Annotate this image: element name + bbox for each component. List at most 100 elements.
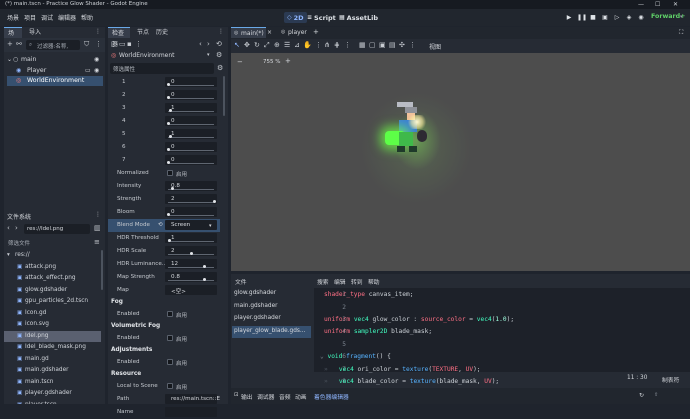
back-arrow-icon[interactable]: ‹ (7, 225, 10, 232)
glow-level-property[interactable]: 70 (108, 154, 220, 167)
file-item[interactable]: ▣ player.gdshader (4, 388, 101, 399)
scrollbar[interactable] (101, 250, 103, 290)
menu-edit[interactable]: 编辑 (334, 277, 346, 286)
filter-icon[interactable]: ⛉ (84, 41, 89, 48)
slider-knob[interactable] (189, 252, 193, 255)
link-icon[interactable]: ⚯ (16, 41, 22, 48)
hdr-property[interactable]: HDR Threshold 1 (108, 232, 220, 245)
slider-track[interactable] (168, 84, 214, 86)
pivot-mode-icon[interactable]: ⊕ (274, 42, 280, 49)
property-value[interactable]: 0 (165, 77, 217, 87)
slider-knob[interactable] (212, 200, 216, 203)
slider-knob[interactable] (166, 161, 170, 164)
file-item[interactable]: ▣player.tscn (4, 400, 101, 405)
add-tab-icon[interactable]: + (313, 28, 319, 36)
zoom-out-icon[interactable]: − (237, 58, 243, 66)
glow-level-property[interactable]: 20 (108, 89, 220, 102)
file-item[interactable]: ▣ gpu_particles_2d.tscn (4, 296, 101, 307)
move-mode-icon[interactable]: ✥ (244, 42, 250, 49)
slider-track[interactable] (168, 162, 214, 164)
bottom-panel-icon[interactable]: ⊡ (234, 392, 239, 398)
slider-track[interactable] (168, 240, 214, 242)
tab-debugger[interactable]: 调试器 (257, 392, 274, 401)
menu-scene[interactable]: 场景 (7, 13, 19, 22)
player-sprite[interactable] (381, 98, 453, 193)
slider-knob[interactable] (166, 83, 170, 86)
section-volumetric-fog[interactable]: Volumetric Fog (111, 323, 160, 329)
section-fog[interactable]: Fog (111, 299, 123, 305)
options-icon[interactable]: ⋮ (95, 41, 102, 48)
tab-node[interactable]: 节点 (133, 27, 153, 38)
more-icon[interactable]: ⋮ (315, 42, 322, 49)
slider-track[interactable] (168, 123, 214, 125)
play-scene-icon[interactable]: ▷ (613, 14, 621, 22)
close-window-button[interactable]: ✕ (673, 0, 678, 9)
script-file-item[interactable]: player.gdshader (232, 313, 311, 325)
menu-project[interactable]: 项目 (24, 13, 36, 22)
rotate-mode-icon[interactable]: ↻ (254, 42, 260, 49)
property-value[interactable]: 1 (165, 103, 217, 113)
select-mode-icon[interactable]: ↖ (234, 42, 240, 49)
forward-arrow-icon[interactable]: › (15, 225, 18, 232)
collapse-arrow-icon[interactable]: ⌄ (7, 56, 12, 63)
script-file-item[interactable]: glow.gdshader (232, 288, 311, 300)
name-input[interactable] (165, 407, 217, 417)
menu-dots-icon[interactable]: ⋮ (218, 29, 224, 35)
tab-audio[interactable]: 音频 (279, 392, 291, 401)
tab-output[interactable]: 输出 (241, 392, 253, 401)
group-icon[interactable]: ▣ (379, 42, 386, 49)
slider-knob[interactable] (167, 239, 171, 242)
open-folder-icon[interactable]: ▭ (119, 41, 126, 48)
hdr-property[interactable]: Map Strength 0.8 (108, 271, 220, 284)
tab-main-scene[interactable]: ◎ main(*) (231, 27, 266, 38)
slider-knob[interactable] (166, 122, 170, 125)
tab-inspector[interactable]: 检查器 (108, 27, 130, 48)
checkbox[interactable] (167, 359, 173, 365)
glow-slider-property[interactable]: Strength 2 (108, 193, 220, 206)
indent-mode[interactable]: 制表符 (662, 375, 679, 384)
checkbox[interactable] (167, 383, 173, 389)
property-value[interactable]: 2 (165, 194, 217, 204)
stop-icon[interactable]: ■ (589, 14, 597, 22)
zoom-level[interactable]: 755 % (263, 59, 280, 65)
chevron-down-icon[interactable]: ▾ (207, 53, 210, 58)
hdr-property[interactable]: HDR Scale 2 (108, 245, 220, 258)
slider-knob[interactable] (166, 213, 170, 216)
property-value[interactable]: 12 (165, 259, 217, 269)
section-resource[interactable]: Resource (111, 371, 141, 377)
volumetric-fog-enabled-property[interactable]: Enabled 启用 (108, 332, 220, 345)
tab-shader-editor[interactable]: 着色器编辑器 (314, 392, 349, 401)
file-item[interactable]: ▣ attack_effect.png (4, 273, 101, 284)
checkbox[interactable] (167, 170, 173, 176)
glow-level-property[interactable]: 31 (108, 102, 220, 115)
chevron-down-icon[interactable]: ▾ (680, 14, 683, 20)
file-item[interactable]: ▣ attack.png (4, 262, 101, 273)
fog-enabled-property[interactable]: Enabled 启用 (108, 308, 220, 321)
slider-track[interactable] (168, 279, 214, 281)
name-property[interactable]: Name (108, 406, 220, 419)
lock-icon[interactable]: ▦ (359, 42, 366, 49)
menu-dots-icon[interactable]: ⋮ (95, 212, 101, 218)
script-file-item[interactable]: main.gdshader (232, 301, 311, 313)
hdr-property[interactable]: HDR Luminance… 12 (108, 258, 220, 271)
file-item[interactable]: ▾ res:// (4, 250, 101, 261)
property-filter-input[interactable]: 筛选属性 (110, 63, 214, 74)
unlock-icon[interactable]: ▢ (369, 42, 376, 49)
checkbox[interactable] (167, 335, 173, 341)
scrollbar[interactable] (223, 76, 225, 116)
workspace-assetlib[interactable]: ▦ AssetLib (339, 12, 378, 23)
local-to-scene-property[interactable]: Local to Scene 启用 (108, 380, 220, 393)
script-file-item[interactable]: player_glow_blade.gds... (232, 325, 311, 338)
scene-filter-input[interactable]: ⌕ 过滤器:名称, (26, 40, 80, 50)
add-node-icon[interactable]: + (7, 41, 13, 48)
glow-level-property[interactable]: 10 (108, 76, 220, 89)
tab-player-scene[interactable]: ◎ player (278, 27, 310, 38)
history-back-icon[interactable]: ‹ (199, 41, 202, 48)
slider-track[interactable] (168, 188, 214, 190)
blend-mode-property[interactable]: Blend Mode ⟲ Screen ▾ (108, 219, 220, 232)
tree-item-worldenvironment[interactable]: ◎ WorldEnvironment (7, 76, 103, 86)
snap-options-icon[interactable]: ⋮ (344, 42, 351, 49)
tree-item-main[interactable]: ⌄ ○ main ◉ (7, 55, 103, 65)
object-settings-icon[interactable]: ⚙ (216, 52, 222, 59)
adjustments-enabled-property[interactable]: Enabled 启用 (108, 356, 220, 369)
